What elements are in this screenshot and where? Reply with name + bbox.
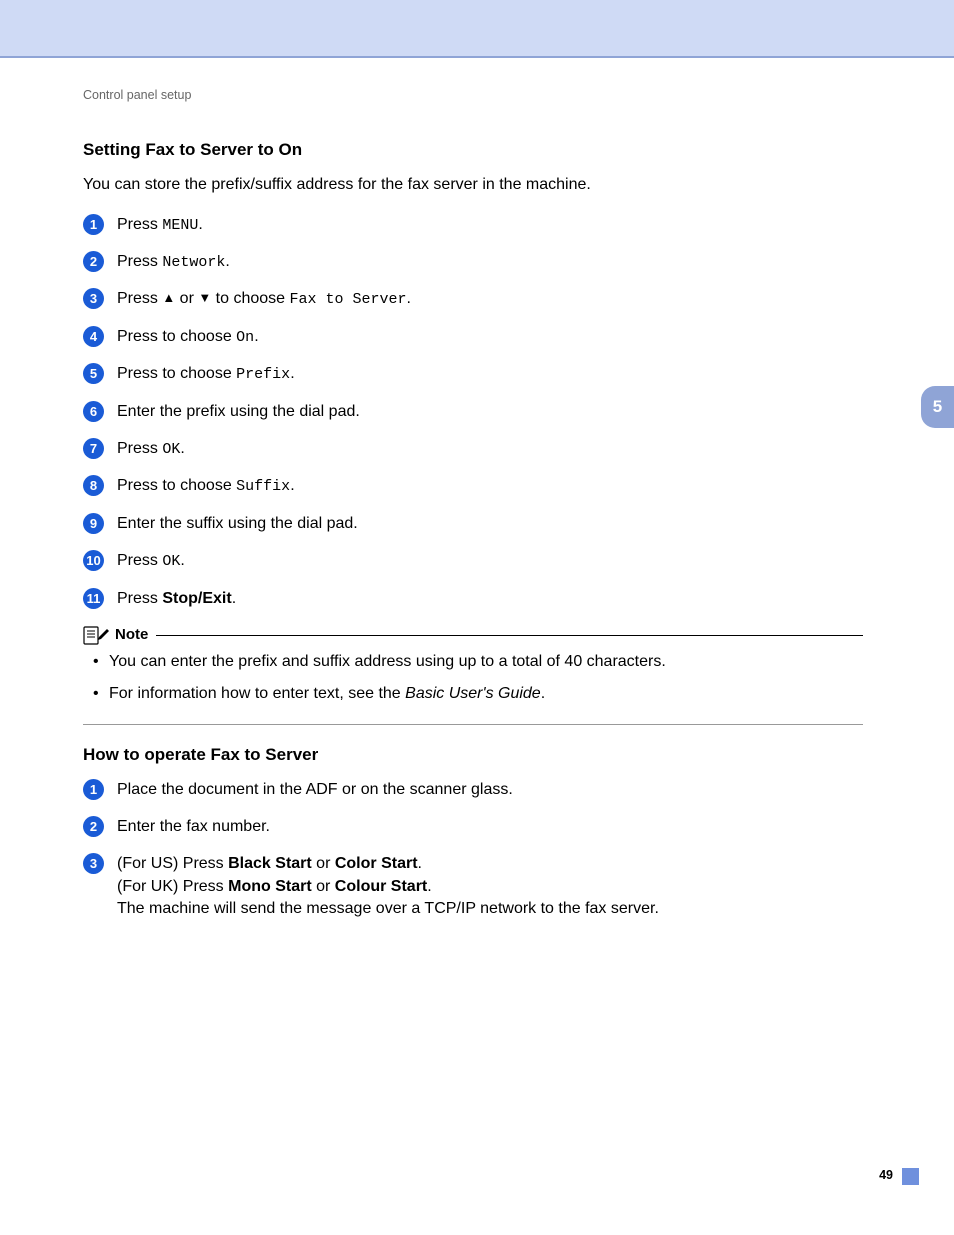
note-item-2: For information how to enter text, see t… [93,683,863,705]
prefix-key: Prefix [236,366,290,383]
steps-list-2: Place the document in the ADF or on the … [83,779,863,921]
page-number: 49 [879,1168,893,1182]
section-title-1: Setting Fax to Server to On [83,140,863,160]
step-4: Press to choose On. [83,326,863,348]
ok-key-2: OK [162,553,180,570]
network-key: Network [162,254,225,271]
ok-key: OK [162,441,180,458]
page-accent-box [902,1168,919,1185]
suffix-key: Suffix [236,478,290,495]
section-divider [83,724,863,725]
note-divider [156,635,863,636]
arrow-up-icon: ▲ [162,289,175,307]
step2-1: Place the document in the ADF or on the … [83,779,863,801]
step-2: Press Network. [83,251,863,273]
colour-start-key: Colour Start [335,878,427,895]
note-item-1: You can enter the prefix and suffix addr… [93,651,863,673]
step-3: Press ▲ or ▼ to choose Fax to Server. [83,288,863,310]
note-header: Note [83,625,863,645]
steps-list-1: Press MENU. Press Network. Press ▲ or ▼ … [83,214,863,610]
menu-key: MENU [162,217,198,234]
section-title-2: How to operate Fax to Server [83,745,863,765]
mono-start-key: Mono Start [228,878,312,895]
top-header-bar [0,0,954,58]
step2-2: Enter the fax number. [83,816,863,838]
step2-3: (For US) Press Black Start or Color Star… [83,853,863,920]
step-9: Enter the suffix using the dial pad. [83,513,863,535]
stop-exit-key: Stop/Exit [162,590,231,607]
chapter-tab: 5 [921,386,954,428]
black-start-key: Black Start [228,855,312,872]
on-key: On [236,329,254,346]
step-1: Press MENU. [83,214,863,236]
step-11: Press Stop/Exit. [83,588,863,610]
note-label: Note [115,626,148,643]
guide-ref: Basic User's Guide [405,685,541,702]
step-8: Press to choose Suffix. [83,475,863,497]
fax-to-server-key: Fax to Server [290,291,407,308]
color-start-key: Color Start [335,855,418,872]
page-content: Setting Fax to Server to On You can stor… [83,140,863,936]
note-list: You can enter the prefix and suffix addr… [83,651,863,706]
step-5: Press to choose Prefix. [83,363,863,385]
section-1-intro: You can store the prefix/suffix address … [83,174,863,196]
step-10: Press OK. [83,550,863,572]
step-7: Press OK. [83,438,863,460]
note-icon [83,625,111,645]
arrow-down-icon: ▼ [198,289,211,307]
chapter-number: 5 [933,397,942,417]
breadcrumb: Control panel setup [83,88,191,102]
step-6: Enter the prefix using the dial pad. [83,401,863,423]
